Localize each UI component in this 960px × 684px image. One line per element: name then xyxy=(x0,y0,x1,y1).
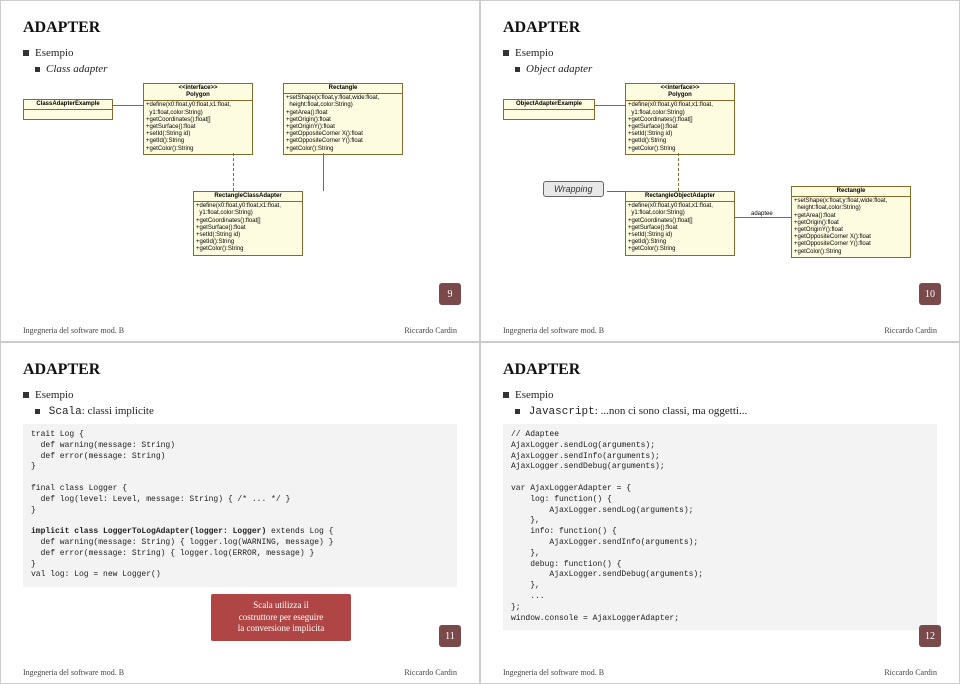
sub-sub: Scala: classi implicite xyxy=(35,405,457,418)
slide-title: ADAPTER xyxy=(503,361,937,379)
page-number: 11 xyxy=(439,625,461,647)
uml-ops: +define(x0:float,y0:float,x1:float, y1:f… xyxy=(144,101,252,153)
page-number: 12 xyxy=(919,625,941,647)
slide-2: ADAPTER Esempio Object adapter ObjectAda… xyxy=(480,0,960,342)
footer-right: Riccardo Cardin xyxy=(884,668,937,677)
code-block-js: // Adaptee AjaxLogger.sendLog(arguments)… xyxy=(503,424,937,630)
footer-right: Riccardo Cardin xyxy=(404,326,457,335)
footer-left: Ingegneria del software mod. B xyxy=(503,668,604,677)
callout-wrapping: Wrapping xyxy=(543,181,604,197)
slide-title: ADAPTER xyxy=(23,361,457,379)
footer-left: Ingegneria del software mod. B xyxy=(23,668,124,677)
page-number: 9 xyxy=(439,283,461,305)
uml-diagram-class-adapter: ClassAdapterExample <<interface>> Polygo… xyxy=(23,81,457,281)
uml-ops: +setShape(x:float,y:float,wide:float, he… xyxy=(284,94,402,154)
sub-heading: Esempio xyxy=(503,47,937,59)
uml-class: Rectangle xyxy=(284,84,402,94)
uml-class: ClassAdapterExample xyxy=(24,100,112,110)
slide-grid: ADAPTER Esempio Class adapter ClassAdapt… xyxy=(0,0,960,684)
slide-footer: Ingegneria del software mod. B Riccardo … xyxy=(503,668,937,677)
uml-ops: +setShape(x:float,y:float,wide:float, he… xyxy=(792,197,910,257)
note-callout: Scala utilizza il costruttore per esegui… xyxy=(211,594,351,641)
slide-footer: Ingegneria del software mod. B Riccardo … xyxy=(23,668,457,677)
slide-footer: Ingegneria del software mod. B Riccardo … xyxy=(503,326,937,335)
slide-title: ADAPTER xyxy=(23,19,457,37)
slide-3: ADAPTER Esempio Scala: classi implicite … xyxy=(0,342,480,684)
footer-right: Riccardo Cardin xyxy=(404,668,457,677)
slide-1: ADAPTER Esempio Class adapter ClassAdapt… xyxy=(0,0,480,342)
uml-diagram-object-adapter: ObjectAdapterExample <<interface>> Polyg… xyxy=(503,81,937,281)
sub-heading: Esempio xyxy=(23,47,457,59)
sub-heading: Esempio xyxy=(23,389,457,401)
footer-left: Ingegneria del software mod. B xyxy=(23,326,124,335)
slide-title: ADAPTER xyxy=(503,19,937,37)
uml-ops: +define(x0:float,y0:float,x1:float, y1:f… xyxy=(626,202,734,254)
uml-class: Rectangle xyxy=(792,187,910,197)
slide-footer: Ingegneria del software mod. B Riccardo … xyxy=(23,326,457,335)
code-block-scala: trait Log { def warning(message: String)… xyxy=(23,424,457,587)
uml-interface: <<interface>> Polygon xyxy=(626,84,734,101)
sub-sub: Object adapter xyxy=(526,63,592,75)
uml-class: ObjectAdapterExample xyxy=(504,100,594,110)
footer-left: Ingegneria del software mod. B xyxy=(503,326,604,335)
sub-sub: Class adapter xyxy=(46,63,107,75)
page-number: 10 xyxy=(919,283,941,305)
uml-ops: +define(x0:float,y0:float,x1:float, y1:f… xyxy=(194,202,302,254)
uml-class: RectangleClassAdapter xyxy=(194,192,302,202)
footer-right: Riccardo Cardin xyxy=(884,326,937,335)
sub-sub: Javascript: ...non ci sono classi, ma og… xyxy=(515,405,937,418)
uml-interface: <<interface>> Polygon xyxy=(144,84,252,101)
sub-heading: Esempio xyxy=(503,389,937,401)
uml-ops: +define(x0:float,y0:float,x1:float, y1:f… xyxy=(626,101,734,153)
slide-4: ADAPTER Esempio Javascript: ...non ci so… xyxy=(480,342,960,684)
uml-class: RectangleObjectAdapter xyxy=(626,192,734,202)
